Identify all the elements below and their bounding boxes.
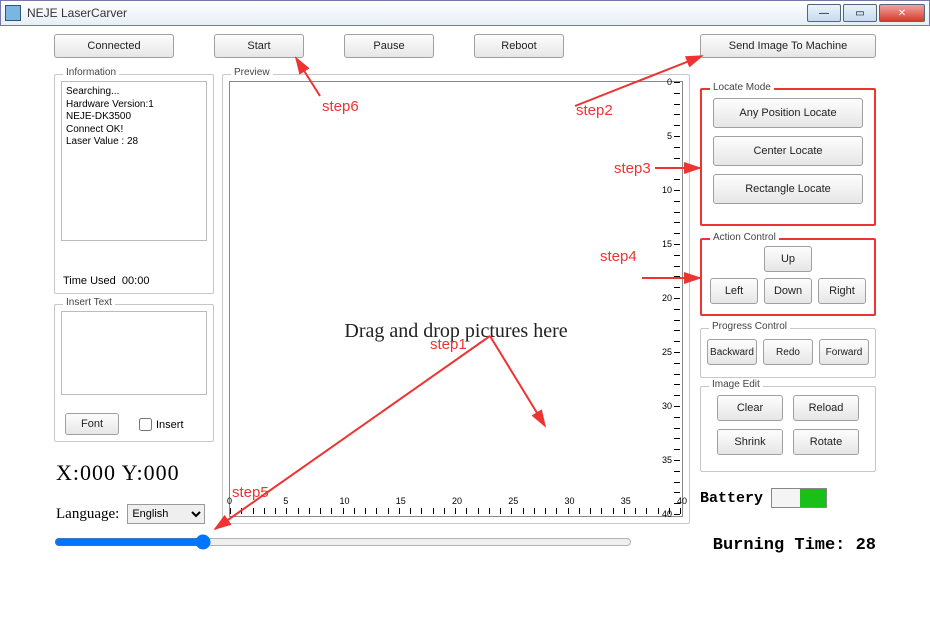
any-position-locate-button[interactable]: Any Position Locate bbox=[713, 98, 863, 128]
insert-checkbox[interactable]: Insert bbox=[139, 418, 184, 431]
language-select[interactable]: English bbox=[127, 504, 205, 524]
preview-group: Preview Drag and drop pictures here 0055… bbox=[222, 74, 690, 524]
close-button[interactable]: ✕ bbox=[879, 4, 925, 22]
forward-button[interactable]: Forward bbox=[819, 339, 869, 365]
image-edit-group: Image Edit Clear Reload Shrink Rotate bbox=[700, 386, 876, 472]
start-button[interactable]: Start bbox=[214, 34, 304, 58]
backward-button[interactable]: Backward bbox=[707, 339, 757, 365]
insert-text-label: Insert Text bbox=[63, 297, 115, 308]
left-button[interactable]: Left bbox=[710, 278, 758, 304]
burning-slider[interactable] bbox=[54, 534, 632, 553]
shrink-button[interactable]: Shrink bbox=[717, 429, 783, 455]
information-label: Information bbox=[63, 67, 119, 78]
minimize-button[interactable]: — bbox=[807, 4, 841, 22]
connected-button[interactable]: Connected bbox=[54, 34, 174, 58]
insert-text-input[interactable] bbox=[61, 311, 207, 395]
information-textarea[interactable]: Searching... Hardware Version:1 NEJE-DK3… bbox=[61, 81, 207, 241]
language-row: Language: English bbox=[56, 504, 205, 524]
burning-slider-input[interactable] bbox=[54, 534, 632, 550]
down-button[interactable]: Down bbox=[764, 278, 812, 304]
language-label: Language: bbox=[56, 506, 119, 523]
locate-mode-label: Locate Mode bbox=[710, 82, 774, 93]
insert-checkbox-input[interactable] bbox=[139, 418, 152, 431]
progress-control-group: Progress Control Backward Redo Forward bbox=[700, 328, 876, 378]
up-button[interactable]: Up bbox=[764, 246, 812, 272]
drop-hint: Drag and drop pictures here bbox=[230, 320, 682, 343]
preview-canvas[interactable]: Drag and drop pictures here 005510101515… bbox=[229, 81, 683, 517]
reload-button[interactable]: Reload bbox=[793, 395, 859, 421]
xy-coordinates: X:000 Y:000 bbox=[56, 460, 180, 486]
rectangle-locate-button[interactable]: Rectangle Locate bbox=[713, 174, 863, 204]
insert-text-group: Insert Text Font Insert bbox=[54, 304, 214, 442]
right-button[interactable]: Right bbox=[818, 278, 866, 304]
image-edit-label: Image Edit bbox=[709, 379, 763, 390]
maximize-button[interactable]: ▭ bbox=[843, 4, 877, 22]
clear-button[interactable]: Clear bbox=[717, 395, 783, 421]
time-used-label: Time Used 00:00 bbox=[63, 275, 149, 287]
progress-control-label: Progress Control bbox=[709, 321, 790, 332]
reboot-button[interactable]: Reboot bbox=[474, 34, 564, 58]
locate-mode-group: Locate Mode Any Position Locate Center L… bbox=[700, 88, 876, 226]
rotate-button[interactable]: Rotate bbox=[793, 429, 859, 455]
center-locate-button[interactable]: Center Locate bbox=[713, 136, 863, 166]
battery-label: Battery bbox=[700, 490, 763, 507]
action-control-label: Action Control bbox=[710, 232, 779, 243]
pause-button[interactable]: Pause bbox=[344, 34, 434, 58]
send-image-button[interactable]: Send Image To Machine bbox=[700, 34, 876, 58]
titlebar: NEJE LaserCarver — ▭ ✕ bbox=[0, 0, 930, 26]
window-title: NEJE LaserCarver bbox=[27, 6, 807, 20]
battery-meter bbox=[771, 488, 827, 508]
burning-time-row: Burning Time: 28 bbox=[713, 536, 876, 555]
battery-row: Battery bbox=[700, 488, 876, 508]
action-control-group: Action Control Up Left Down Right bbox=[700, 238, 876, 316]
information-group: Information Searching... Hardware Versio… bbox=[54, 74, 214, 294]
app-icon bbox=[5, 5, 21, 21]
redo-button[interactable]: Redo bbox=[763, 339, 813, 365]
font-button[interactable]: Font bbox=[65, 413, 119, 435]
preview-label: Preview bbox=[231, 67, 273, 78]
